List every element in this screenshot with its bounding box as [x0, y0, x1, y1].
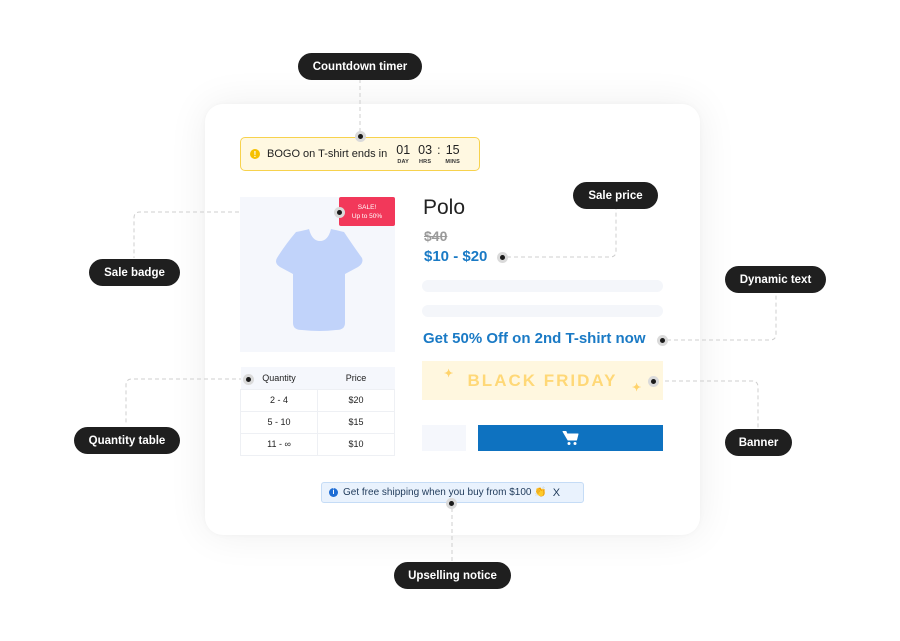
- cell-quantity: 2 - 4: [240, 388, 318, 412]
- info-icon: i: [329, 488, 338, 497]
- countdown-hours-label: HRS: [419, 158, 432, 165]
- table-row: 5 - 10 $15: [240, 410, 395, 434]
- countdown-hours-value: 03: [418, 142, 433, 157]
- header-price: Price: [317, 367, 395, 389]
- countdown-day-label: DAY: [397, 158, 410, 165]
- callout-countdown-timer: Countdown timer: [298, 53, 422, 80]
- countdown-units: 01 DAY 03 HRS : 15 MINS: [396, 142, 460, 165]
- callout-quantity-table: Quantity table: [74, 427, 180, 454]
- countdown-hours: 03 HRS: [418, 142, 433, 165]
- old-price: $40: [424, 228, 448, 244]
- connector-dot: [243, 374, 254, 385]
- placeholder-line: [422, 280, 663, 292]
- sparkle-icon: ✦: [632, 382, 644, 394]
- callout-label: Upselling notice: [408, 569, 497, 582]
- callout-label: Banner: [738, 436, 779, 449]
- callout-label: Sale badge: [104, 266, 165, 279]
- callout-upselling-notice: Upselling notice: [394, 562, 511, 589]
- sale-price: $10 - $20: [424, 248, 488, 265]
- sale-badge-line2: Up to 50%: [351, 212, 383, 220]
- callout-label: Sale price: [588, 189, 643, 202]
- countdown-day-value: 01: [396, 142, 411, 157]
- add-to-cart-button[interactable]: [478, 425, 663, 451]
- countdown-minutes-value: 15: [445, 142, 460, 157]
- countdown-text: BOGO on T-shirt ends in: [267, 148, 388, 160]
- cell-quantity: 5 - 10: [240, 410, 318, 434]
- countdown-separator: :: [437, 142, 441, 157]
- connector-dot: [648, 376, 659, 387]
- table-header-row: Quantity Price: [240, 367, 395, 389]
- banner-text: BLACK FRIDAY: [467, 370, 618, 390]
- placeholder-line: [422, 305, 663, 317]
- quantity-input[interactable]: [422, 425, 466, 451]
- callout-banner: Banner: [725, 429, 792, 456]
- connector-dot: [446, 498, 457, 509]
- countdown-timer: ! BOGO on T-shirt ends in 01 DAY 03 HRS …: [240, 137, 480, 171]
- table-row: 11 - ∞ $10: [240, 432, 395, 456]
- black-friday-banner: ✦ BLACK FRIDAY ✦: [422, 361, 663, 400]
- callout-label: Quantity table: [88, 434, 166, 447]
- callout-sale-badge: Sale badge: [89, 259, 180, 286]
- cell-price: $10: [317, 432, 395, 456]
- dynamic-text: Get 50% Off on 2nd T-shirt now: [423, 330, 646, 347]
- quantity-table: Quantity Price 2 - 4 $20 5 - 10 $15 11 -…: [240, 367, 395, 456]
- callout-label: Countdown timer: [312, 60, 408, 73]
- cart-icon: [562, 431, 578, 445]
- cell-price: $20: [317, 388, 395, 412]
- upsell-text: Get free shipping when you buy from $100…: [343, 487, 547, 498]
- table-row: 2 - 4 $20: [240, 388, 395, 412]
- countdown-day: 01 DAY: [396, 142, 411, 165]
- connector-dot: [497, 252, 508, 263]
- callout-sale-price: Sale price: [573, 182, 658, 209]
- sale-badge: SALE! Up to 50%: [339, 197, 395, 226]
- sale-badge-line1: SALE!: [357, 203, 377, 211]
- countdown-minutes-label: MINS: [445, 158, 460, 165]
- info-icon: !: [250, 149, 260, 159]
- product-title: Polo: [423, 196, 466, 219]
- connector-dot: [355, 131, 366, 142]
- cell-price: $15: [317, 410, 395, 434]
- connector-dot: [657, 335, 668, 346]
- close-icon[interactable]: X: [553, 487, 560, 499]
- cell-quantity: 11 - ∞: [240, 432, 318, 456]
- callout-dynamic-text: Dynamic text: [725, 266, 826, 293]
- connector-dot: [334, 207, 345, 218]
- sparkle-icon: ✦: [444, 368, 456, 380]
- callout-label: Dynamic text: [739, 273, 812, 286]
- countdown-minutes: 15 MINS: [445, 142, 460, 165]
